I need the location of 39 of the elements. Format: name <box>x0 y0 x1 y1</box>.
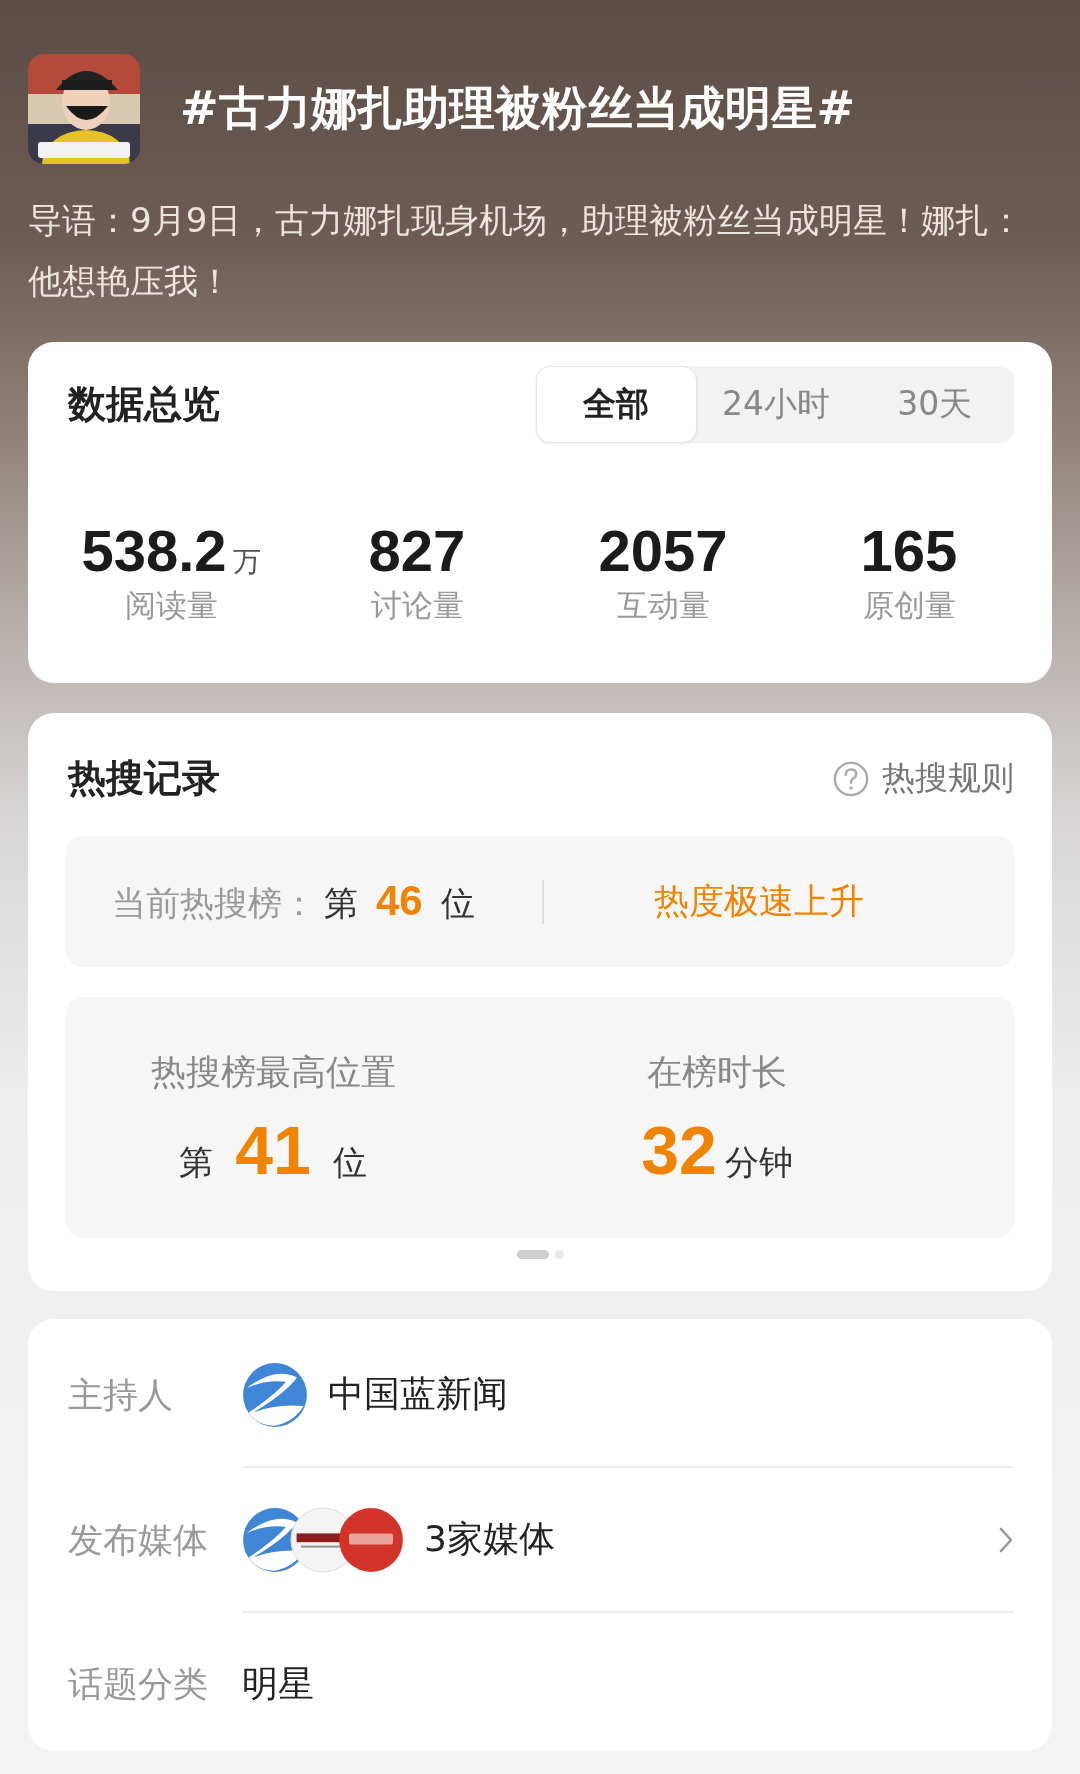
topic-title: #古力娜扎助理被粉丝当成明星# <box>180 80 856 137</box>
duration-label: 在榜时长 <box>647 1051 787 1094</box>
stat-label: 阅读量 <box>124 586 218 625</box>
rank-number: 46 <box>376 876 423 925</box>
stat-value: 538.2 <box>81 519 227 583</box>
period-tab[interactable]: 全部 <box>536 366 697 443</box>
current-rank-label: 当前热搜榜： <box>112 881 316 925</box>
help-icon <box>832 759 870 798</box>
duration-value: 32 <box>641 1111 717 1190</box>
stat-value: 165 <box>860 519 958 583</box>
news-logo-icon <box>242 1361 308 1428</box>
rank-number: 41 <box>235 1111 311 1190</box>
stat-label: 互动量 <box>616 586 710 625</box>
rank-prefix: 第 <box>324 881 358 925</box>
period-tab[interactable]: 30天 <box>855 366 1014 443</box>
info-label: 话题分类 <box>68 1663 209 1706</box>
chevron-right-icon <box>998 1525 1014 1554</box>
period-tab[interactable]: 24小时 <box>696 366 856 443</box>
stat-value: 2057 <box>598 519 728 583</box>
section-title: 数据总览 <box>68 381 220 428</box>
host-name: 中国蓝新闻 <box>328 1372 508 1416</box>
rank-suffix: 位 <box>440 881 475 925</box>
stat-label: 讨论量 <box>370 586 464 625</box>
rank-prefix: 第 <box>179 1141 214 1184</box>
intro-text: 导语：9月9日，古力娜扎现身机场，助理被粉丝当成明星！娜扎：他想艳压我！ <box>28 199 1025 303</box>
stat-value: 827 <box>368 519 466 583</box>
rank-suffix: 位 <box>332 1141 367 1184</box>
stat-unit: 万 <box>232 544 261 580</box>
section-title: 热搜记录 <box>68 755 220 802</box>
info-label: 发布媒体 <box>68 1519 209 1562</box>
duration-unit: 分钟 <box>724 1141 793 1184</box>
media-count[interactable]: 3家媒体 <box>424 1515 555 1564</box>
info-label: 主持人 <box>68 1374 174 1417</box>
peak-rank-label: 热搜榜最高位置 <box>150 1051 396 1094</box>
rules-link[interactable]: 热搜规则 <box>832 756 1014 801</box>
evening-paper-logo-icon <box>338 1506 404 1573</box>
category-value: 明星 <box>242 1662 314 1706</box>
stat-label: 原创量 <box>862 586 956 625</box>
trend-text: 热度极速上升 <box>653 880 865 923</box>
